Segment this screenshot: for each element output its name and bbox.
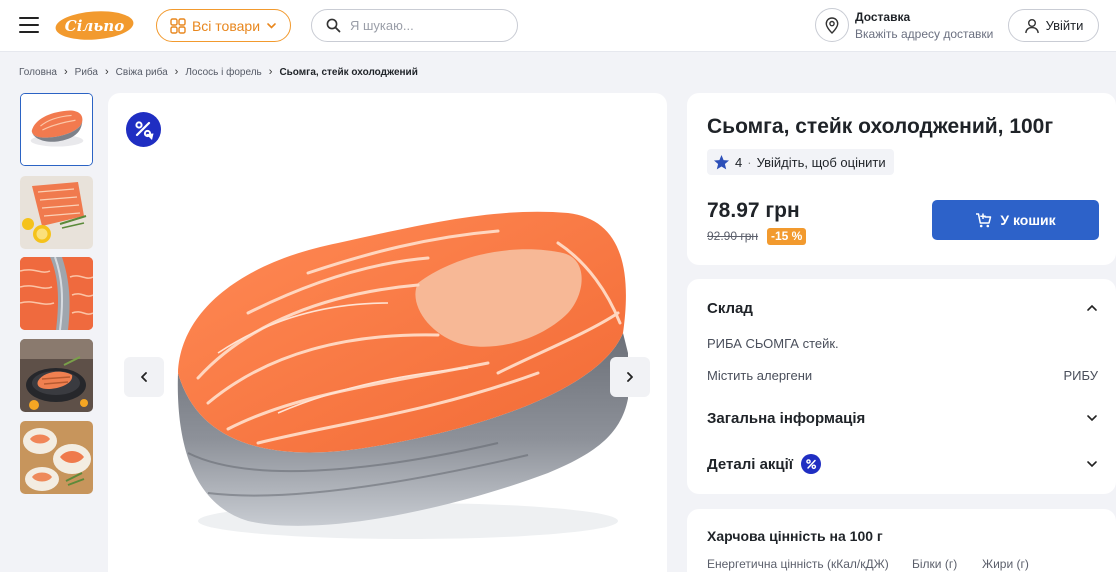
chevron-right-icon: › xyxy=(105,66,109,78)
next-image-button[interactable] xyxy=(610,357,650,397)
chevron-left-icon xyxy=(141,372,147,382)
chevron-right-icon xyxy=(627,372,633,382)
search-input[interactable] xyxy=(350,18,500,33)
chevron-right-icon: › xyxy=(64,66,68,78)
location-button[interactable] xyxy=(815,8,849,42)
chevron-right-icon: › xyxy=(268,66,273,78)
percent-icon xyxy=(134,120,153,140)
breadcrumb-fish[interactable]: Риба xyxy=(75,67,98,78)
chevron-right-icon: › xyxy=(174,66,179,78)
allergen-label: Містить алергени xyxy=(707,368,813,383)
all-products-button[interactable]: Всі товари xyxy=(156,9,291,42)
gallery-thumbnail-3[interactable] xyxy=(20,257,93,330)
allergen-value: РИБУ xyxy=(1063,368,1098,383)
allergen-row: Містить алергени РИБУ xyxy=(707,368,1098,383)
product-details-card: Склад РИБА СЬОМГА стейк. Містить алерген… xyxy=(687,279,1116,494)
general-info-heading: Загальна інформація xyxy=(707,409,866,427)
promo-percent-badge xyxy=(126,112,161,147)
salmon-fillet-thumb-image xyxy=(20,257,93,330)
delivery-subtitle: Вкажіть адресу доставки xyxy=(855,27,994,41)
gallery-thumbnail-4[interactable] xyxy=(20,339,93,412)
composition-accordion-header[interactable]: Склад xyxy=(707,296,1098,320)
promo-details-accordion-header[interactable]: Деталі акції xyxy=(707,452,1098,476)
salmon-lemon-thumb-image xyxy=(20,176,93,249)
current-price: 78.97 грн xyxy=(707,199,800,222)
all-products-label: Всі товари xyxy=(191,17,261,34)
composition-heading: Склад xyxy=(707,299,753,317)
menu-icon[interactable] xyxy=(19,17,39,33)
grilled-salmon-thumb-image xyxy=(20,339,93,412)
gallery-thumbnail-5[interactable] xyxy=(20,421,93,494)
discount-badge: -15 % xyxy=(767,228,807,245)
promo-details-heading: Деталі акції xyxy=(707,455,794,473)
search-icon xyxy=(326,18,341,33)
star-icon xyxy=(714,154,729,169)
add-to-cart-button[interactable]: У кошик xyxy=(932,200,1099,240)
breadcrumb-current: Сьомга, стейк охолоджений xyxy=(279,66,418,78)
nutrition-fat-header: Жири (г) xyxy=(982,557,1029,571)
breadcrumb-home[interactable]: Головна xyxy=(19,67,57,78)
nutrition-energy-header: Енергетична цінність (кКал/кДЖ) xyxy=(707,557,889,571)
login-label: Увійти xyxy=(1045,18,1084,33)
product-image-card xyxy=(108,93,667,572)
old-price: 92.90 грн xyxy=(707,229,759,243)
product-title: Сьомга, стейк охолоджений, 100г xyxy=(707,115,1054,138)
search-box xyxy=(311,9,518,42)
silpo-logo[interactable]: Сільпо xyxy=(54,10,135,41)
chevron-down-icon xyxy=(1087,461,1097,468)
previous-image-button[interactable] xyxy=(124,357,164,397)
gallery-thumbnail-1[interactable] xyxy=(20,93,93,166)
breadcrumb-salmon-trout[interactable]: Лосось і форель xyxy=(185,67,261,78)
gallery-thumbnail-2[interactable] xyxy=(20,176,93,249)
composition-text: РИБА СЬОМГА стейк. xyxy=(707,336,839,351)
chevron-up-icon xyxy=(1087,304,1097,311)
user-icon xyxy=(1024,18,1039,33)
promo-percent-icon xyxy=(801,454,822,474)
salmon-steak-thumb-image xyxy=(21,94,92,165)
salmon-steak-main-image xyxy=(177,211,628,539)
delivery-title: Доставка xyxy=(855,10,911,24)
logo-text: Сільпо xyxy=(65,17,124,35)
product-info-card: Сьомга, стейк охолоджений, 100г 4 · Увій… xyxy=(687,93,1116,265)
chevron-down-icon xyxy=(267,23,276,29)
login-to-rate-link[interactable]: Увійдіть, щоб оцінити xyxy=(757,155,886,170)
salmon-dish-thumb-image xyxy=(20,421,93,494)
breadcrumb: Головна › Риба › Свіжа риба › Лосось і ф… xyxy=(19,66,418,78)
cart-plus-icon xyxy=(976,212,992,227)
nutrition-card: Харчова цінність на 100 г Енергетична ці… xyxy=(687,509,1116,572)
add-to-cart-label: У кошик xyxy=(1000,212,1056,228)
rating-separator: · xyxy=(747,154,752,170)
general-info-accordion-header[interactable]: Загальна інформація xyxy=(707,406,1098,430)
delivery-address-link[interactable]: Доставка Вкажіть адресу доставки xyxy=(855,10,993,41)
location-pin-icon xyxy=(825,16,839,34)
site-header: Сільпо Всі товари Доставка Вкажіть адрес… xyxy=(0,0,1116,52)
nutrition-protein-header: Білки (г) xyxy=(912,557,958,571)
grid-icon xyxy=(170,17,186,34)
rating-value: 4 xyxy=(735,154,743,170)
breadcrumb-fresh-fish[interactable]: Свіжа риба xyxy=(116,67,168,78)
rating-box: 4 · Увійдіть, щоб оцінити xyxy=(707,149,894,175)
nutrition-heading: Харчова цінність на 100 г xyxy=(707,528,883,544)
login-button[interactable]: Увійти xyxy=(1008,9,1099,42)
chevron-down-icon xyxy=(1087,415,1097,422)
